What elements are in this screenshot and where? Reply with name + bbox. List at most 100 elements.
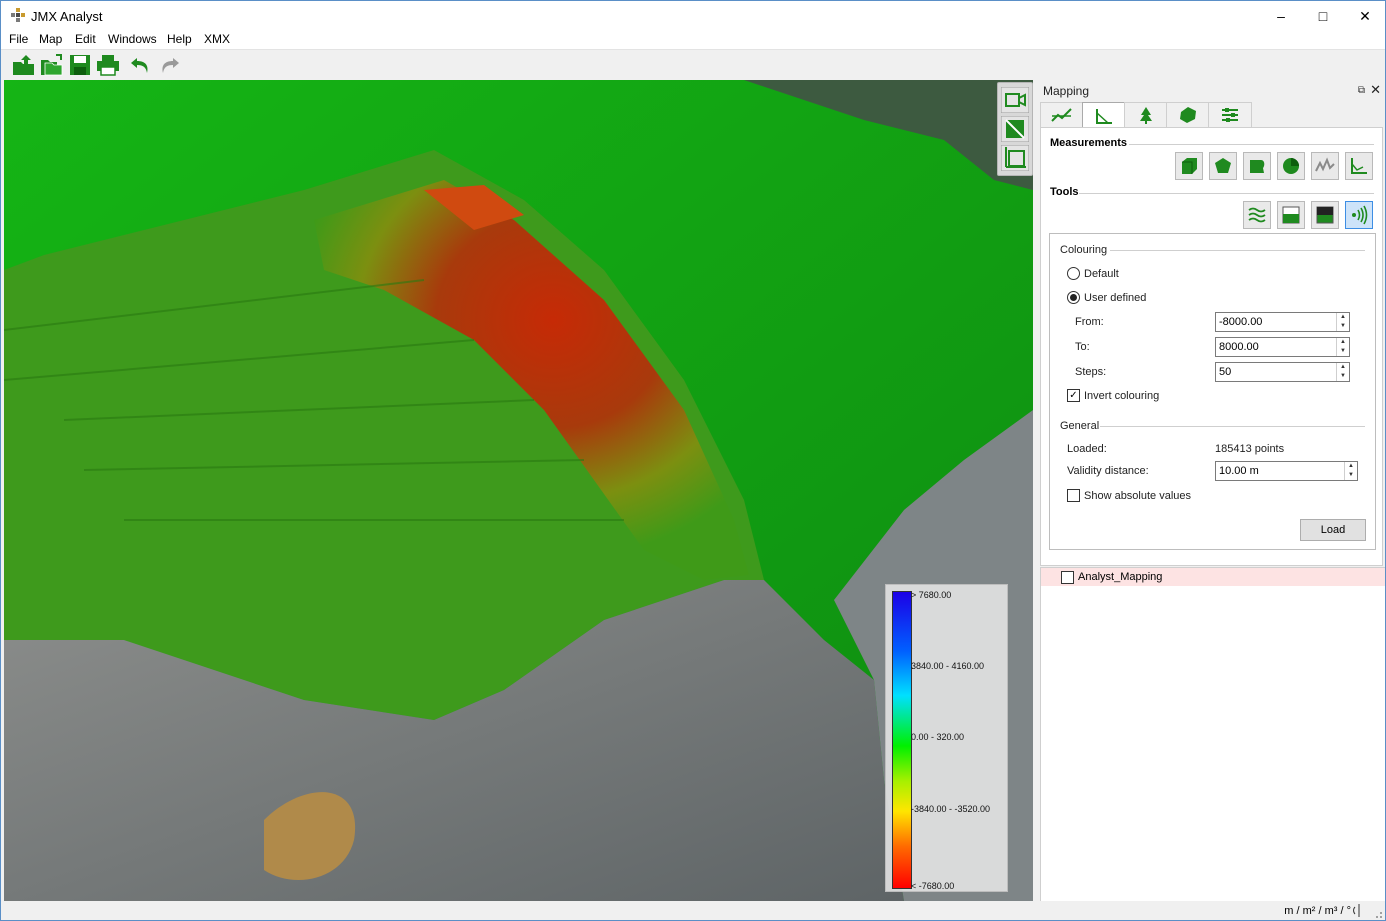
colouring-divider (1110, 250, 1365, 251)
distance-button[interactable] (1345, 201, 1373, 229)
dock-float-icon[interactable]: ⧉ (1358, 85, 1365, 96)
colouring-group: Colouring Default User defined From: -80… (1049, 233, 1376, 550)
compass-icon[interactable] (1353, 904, 1365, 917)
tab-profile[interactable] (1040, 102, 1084, 127)
layer-fill-button[interactable] (1277, 201, 1305, 229)
polygon-area-button[interactable] (1209, 152, 1237, 180)
invert-colouring-label: Invert colouring (1084, 390, 1160, 402)
default-label: Default (1084, 268, 1119, 280)
user-defined-label: User defined (1084, 292, 1147, 304)
loaded-label: Loaded: (1067, 443, 1107, 455)
tab-tree[interactable] (1124, 102, 1168, 127)
load-button[interactable]: Load (1300, 519, 1366, 541)
default-radio[interactable] (1067, 267, 1080, 280)
absolute-values-label: Show absolute values (1084, 490, 1192, 502)
legend-label-zero: 0.00 - 320.00 (911, 732, 965, 742)
window-title: JMX Analyst (31, 9, 103, 24)
steps-label: Steps: (1075, 366, 1107, 378)
colour-legend: > 7680.00 3840.00 - 4160.00 0.00 - 320.0… (885, 584, 1008, 892)
dock-tabs (1040, 102, 1380, 128)
diagonal-icon[interactable] (1001, 116, 1029, 142)
legend-colour-bar (892, 591, 912, 889)
pie-icon (1283, 158, 1299, 174)
tab-settings[interactable] (1208, 102, 1252, 127)
open-folder-icon[interactable] (40, 54, 64, 76)
legend-label-min: < -7680.00 (911, 881, 955, 891)
to-field[interactable]: 8000.00 ▲ ▼ (1215, 337, 1350, 357)
invert-colouring-checkbox[interactable]: ✓ (1067, 389, 1080, 402)
from-label: From: (1075, 316, 1104, 328)
validity-distance-field[interactable]: 10.00 m ▲ ▼ (1215, 461, 1358, 481)
profile-icon (1051, 108, 1072, 122)
dock-close-icon[interactable]: ✕ (1370, 82, 1381, 98)
main-window: JMX Analyst – □ ✕ File Map Edit Windows … (0, 0, 1386, 921)
volume-button[interactable] (1175, 152, 1203, 180)
tools-divider (1079, 193, 1374, 194)
frame-icon[interactable] (1001, 145, 1029, 171)
validity-stepper[interactable]: ▲ ▼ (1344, 462, 1357, 480)
general-divider (1100, 426, 1365, 427)
profile-line-button[interactable] (1311, 152, 1339, 180)
colouring-title: Colouring (1060, 244, 1108, 256)
layer-visibility-checkbox[interactable] (1061, 571, 1074, 584)
tree-icon (1140, 107, 1152, 124)
angle-measure-icon (1351, 158, 1367, 174)
tab-measurements[interactable] (1082, 102, 1126, 128)
profile-line-icon (1315, 157, 1335, 172)
save-icon[interactable] (68, 54, 92, 76)
solid-icon (1180, 107, 1196, 123)
angle-button[interactable] (1345, 152, 1373, 180)
user-defined-radio[interactable] (1067, 291, 1080, 304)
main-toolbar (1, 49, 1385, 80)
layer-name: Analyst_Mapping (1078, 571, 1163, 583)
layer-dark-button[interactable] (1311, 201, 1339, 229)
layer-dark-icon (1316, 206, 1334, 224)
undo-icon[interactable] (129, 54, 153, 76)
to-stepper[interactable]: ▲ ▼ (1336, 338, 1349, 356)
volume-icon (1182, 158, 1197, 174)
close-button[interactable]: ✕ (1343, 1, 1385, 31)
legend-label-max: > 7680.00 (911, 590, 952, 600)
legend-label-high: 3840.00 - 4160.00 (911, 661, 985, 671)
measurements-divider (1129, 144, 1374, 145)
print-icon[interactable] (96, 54, 120, 76)
pie-button[interactable] (1277, 152, 1305, 180)
validity-distance-value: 10.00 m (1219, 465, 1259, 477)
contour-icon (1248, 207, 1266, 223)
map-view[interactable]: > 7680.00 3840.00 - 4160.00 0.00 - 320.0… (4, 80, 1033, 901)
loaded-value: 185413 points (1215, 443, 1285, 455)
menu-map[interactable]: Map (39, 32, 62, 46)
menu-windows[interactable]: Windows (108, 32, 157, 46)
dock-header: Mapping ⧉ ✕ (1037, 80, 1385, 102)
title-bar: JMX Analyst – □ ✕ (1, 1, 1385, 31)
status-bar: m / m² / m³ / ° (1, 901, 1385, 920)
menu-help[interactable]: Help (167, 32, 192, 46)
surface-area-icon (1250, 160, 1265, 173)
absolute-values-checkbox[interactable] (1067, 489, 1080, 502)
layer-row[interactable]: Analyst_Mapping (1041, 568, 1385, 586)
measurements-title: Measurements (1050, 137, 1128, 149)
units-readout: m / m² / m³ / ° (1284, 905, 1351, 917)
minimize-button[interactable]: – (1259, 1, 1303, 31)
open-icon[interactable] (12, 54, 36, 76)
camera-icon[interactable] (1001, 87, 1029, 113)
steps-field[interactable]: 50 ▲ ▼ (1215, 362, 1350, 382)
menu-xmx[interactable]: XMX (204, 32, 230, 46)
from-field[interactable]: -8000.00 ▲ ▼ (1215, 312, 1350, 332)
maximize-button[interactable]: □ (1301, 1, 1345, 31)
mapping-dock: Mapping ⧉ ✕ Measurements Tools Colouring… (1037, 80, 1385, 566)
resize-grip-icon[interactable] (1371, 907, 1383, 919)
contour-button[interactable] (1243, 201, 1271, 229)
steps-stepper[interactable]: ▲ ▼ (1336, 363, 1349, 381)
redo-icon[interactable] (157, 54, 181, 76)
menu-bar: File Map Edit Windows Help XMX (1, 31, 1385, 49)
dock-title: Mapping (1043, 84, 1090, 98)
surface-area-button[interactable] (1243, 152, 1271, 180)
polygon-area-icon (1215, 158, 1231, 173)
map-tools-panel (997, 82, 1033, 176)
menu-edit[interactable]: Edit (75, 32, 96, 46)
tab-solid[interactable] (1166, 102, 1210, 127)
menu-file[interactable]: File (9, 32, 28, 46)
distance-icon (1352, 205, 1368, 225)
from-stepper[interactable]: ▲ ▼ (1336, 313, 1349, 331)
